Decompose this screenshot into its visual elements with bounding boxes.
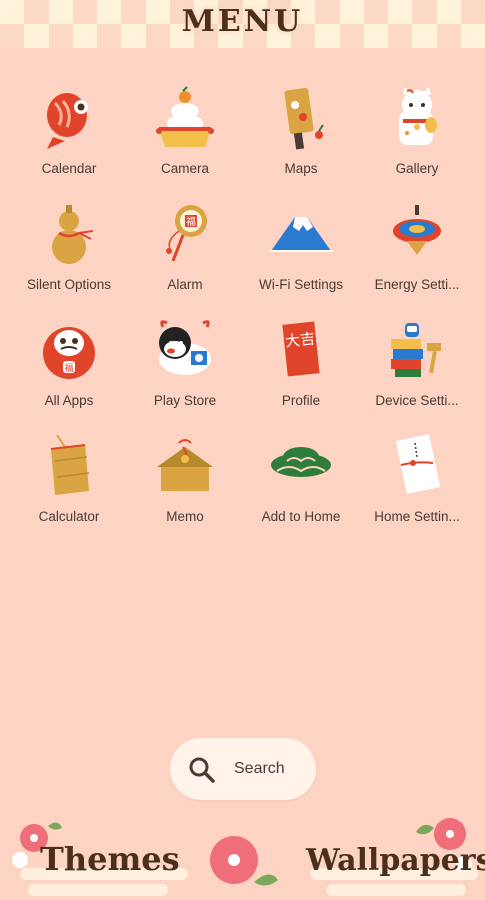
app-label: Add to Home	[261, 509, 341, 524]
app-label: Memo	[166, 509, 204, 524]
app-label: Energy Setti...	[374, 277, 460, 292]
kagami-mochi-icon	[156, 86, 214, 147]
themes-label: Themes	[40, 840, 180, 878]
app-all-apps[interactable]: 福 All Apps	[11, 317, 127, 417]
app-play-store[interactable]: Play Store	[127, 317, 243, 417]
gourd-icon	[52, 205, 94, 264]
app-calculator[interactable]: Calculator	[11, 433, 127, 533]
ema-plaque-icon	[157, 439, 213, 491]
app-memo[interactable]: Memo	[127, 433, 243, 533]
app-device-settings[interactable]: Device Setti...	[359, 317, 475, 417]
envelope-icon	[395, 434, 441, 494]
app-label: Home Settin...	[374, 509, 460, 524]
wallpapers-button[interactable]: Wallpapers	[300, 818, 485, 896]
app-wifi-settings[interactable]: Wi-Fi Settings	[243, 201, 359, 301]
app-camera[interactable]: Camera	[127, 85, 243, 185]
app-label: Silent Options	[26, 277, 112, 292]
app-alarm[interactable]: 福 Alarm	[127, 201, 243, 301]
decor-stripe	[326, 884, 466, 896]
fuku-text: 福	[64, 362, 73, 374]
daruma-icon: 福	[43, 327, 95, 379]
app-label: All Apps	[44, 393, 94, 408]
mount-fuji-icon	[269, 217, 333, 252]
app-label: Gallery	[395, 161, 439, 176]
pine-icon	[271, 447, 331, 477]
app-label: Camera	[160, 161, 209, 176]
kanji-plaque-icon: 大吉	[282, 321, 320, 377]
drum-rattle-icon: 福	[166, 205, 207, 262]
app-add-to-home[interactable]: Add to Home	[243, 433, 359, 533]
daruma-otoshi-icon	[391, 323, 441, 377]
search-label: Search	[234, 760, 285, 777]
app-profile[interactable]: 大吉 Profile	[243, 317, 359, 417]
app-label: Profile	[281, 393, 321, 408]
search-bar[interactable]: Search	[170, 738, 316, 800]
page-title: MENU	[181, 4, 304, 39]
themes-button[interactable]: Themes	[12, 818, 190, 896]
ox-icon	[159, 320, 211, 375]
menu-header: MENU	[0, 0, 485, 48]
app-gallery[interactable]: Gallery	[359, 85, 475, 185]
app-maps[interactable]: Maps	[243, 85, 359, 185]
app-energy-settings[interactable]: Energy Setti...	[359, 201, 475, 301]
app-label: Calendar	[41, 161, 97, 176]
search-icon	[189, 757, 215, 783]
app-label: Device Setti...	[375, 393, 459, 408]
app-label: Calculator	[38, 509, 100, 524]
app-silent-options[interactable]: Silent Options	[11, 201, 127, 301]
fuku-text: 福	[186, 215, 196, 228]
decor-stripe	[28, 884, 168, 896]
app-label: Maps	[284, 161, 318, 176]
app-calendar[interactable]: Calendar	[11, 85, 127, 185]
flower-icon	[210, 836, 278, 886]
app-label: Wi-Fi Settings	[258, 277, 343, 292]
hagoita-paddle-icon	[284, 87, 324, 150]
lucky-cat-icon	[399, 87, 437, 145]
wallpapers-label: Wallpapers	[306, 843, 485, 878]
profile-kanji: 大吉	[284, 330, 316, 351]
app-label: Play Store	[153, 393, 217, 408]
sea-bream-icon	[47, 93, 88, 149]
app-home-settings[interactable]: Home Settin...	[359, 433, 475, 533]
straw-bag-icon	[50, 434, 90, 495]
spinning-top-icon	[393, 205, 441, 255]
app-label: Alarm	[167, 277, 203, 292]
